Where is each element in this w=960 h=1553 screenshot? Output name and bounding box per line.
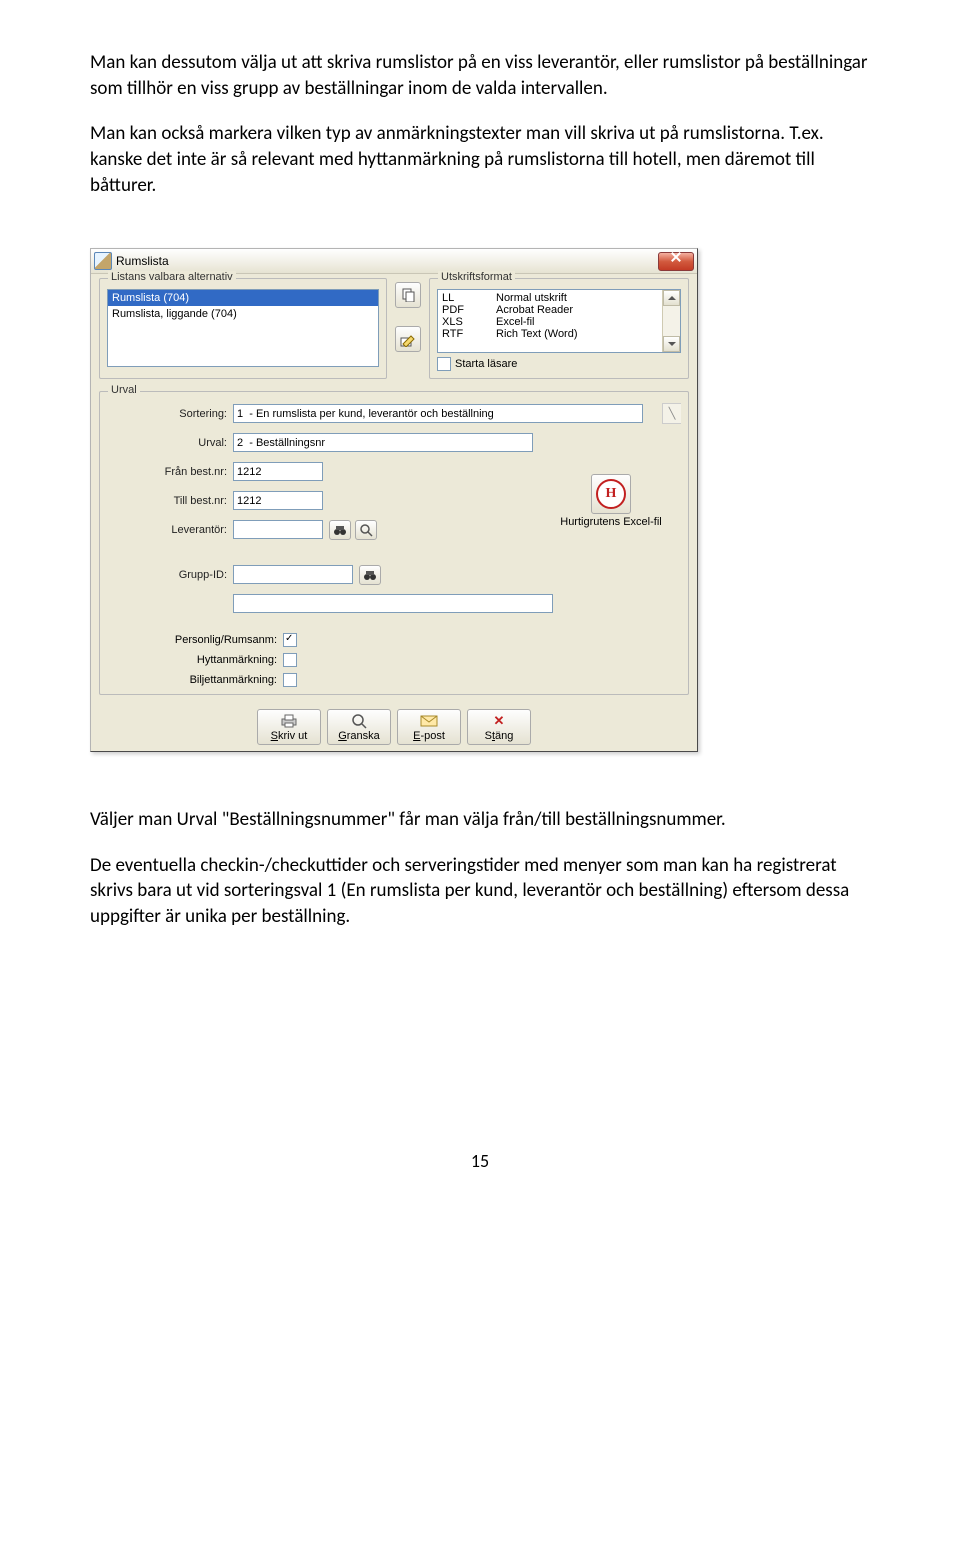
urval-input[interactable] [233,433,533,452]
list-alternatives[interactable]: Rumslista (704) Rumslista, liggande (704… [107,289,379,367]
document-paragraph: Man kan också markera vilken typ av anmä… [90,121,870,198]
list-alternatives-legend: Listans valbara alternativ [108,271,236,283]
scrollbar[interactable] [662,290,680,352]
grupp-id-label: Grupp-ID: [107,569,233,581]
format-row[interactable]: LL [442,292,488,304]
binoculars-icon[interactable] [329,520,351,540]
personlig-label: Personlig/Rumsanm: [107,634,283,646]
till-best-input[interactable] [233,491,323,510]
email-button[interactable]: E-post [397,709,461,745]
rumslista-dialog: Rumslista Listans valbara alternativ Rum… [90,248,698,752]
binoculars-icon[interactable] [359,565,381,585]
urval-group: Urval Sortering: ╲ Urval: Från best.nr: [99,391,689,695]
print-button[interactable]: SSkriv utkriv ut [257,709,321,745]
format-row[interactable]: Acrobat Reader [496,304,578,316]
till-best-label: Till best.nr: [107,495,233,507]
page-number: 15 [90,1150,870,1172]
magnifier-icon[interactable] [355,520,377,540]
leverantor-label: Leverantör: [107,524,233,536]
close-icon[interactable] [658,252,694,271]
scroll-down-icon[interactable] [663,336,680,352]
document-paragraph: Man kan dessutom välja ut att skriva rum… [90,50,870,101]
preview-button-label: Granska [338,730,380,742]
window-title: Rumslista [116,254,169,268]
close-button[interactable]: ✕ Stäng [467,709,531,745]
printer-icon [280,713,298,729]
scroll-up-icon[interactable] [663,290,680,306]
edit-icon[interactable] [395,326,421,352]
urval-label: Urval: [107,437,233,449]
copy-icon[interactable] [395,282,421,308]
document-paragraph: De eventuella checkin-/checkuttider och … [90,853,870,930]
print-button-label: SSkriv utkriv ut [271,730,308,742]
close-icon: ✕ [494,713,505,729]
format-row[interactable]: Normal utskrift [496,292,578,304]
print-format-legend: Utskriftsformat [438,271,515,283]
list-item[interactable]: Rumslista (704) [108,290,378,306]
format-row[interactable]: RTF [442,328,488,340]
format-row[interactable]: PDF [442,304,488,316]
urval-legend: Urval [108,384,140,396]
print-format-list[interactable]: LL PDF XLS RTF Normal utskrift Acrobat R… [437,289,681,353]
start-reader-label: Starta läsare [455,358,517,370]
preview-button[interactable]: Granska [327,709,391,745]
app-icon [94,252,112,270]
format-row[interactable]: Excel-fil [496,316,578,328]
hytt-checkbox[interactable] [283,653,297,667]
format-row[interactable]: XLS [442,316,488,328]
magnifier-icon [351,713,367,729]
sortering-label: Sortering: [107,408,233,420]
close-button-label: Stäng [485,730,514,742]
grupp-name-input[interactable] [233,594,553,613]
personlig-checkbox[interactable] [283,633,297,647]
scroll-track[interactable] [663,306,680,336]
biljett-label: Biljettanmärkning: [107,674,283,686]
email-button-label: E-post [413,730,445,742]
list-alternatives-group: Listans valbara alternativ Rumslista (70… [99,278,387,379]
format-row[interactable]: Rich Text (Word) [496,328,578,340]
hytt-label: Hyttanmärkning: [107,654,283,666]
print-format-group: Utskriftsformat LL PDF XLS RTF [429,278,689,379]
biljett-checkbox[interactable] [283,673,297,687]
hurtigruten-logo-icon: H [591,474,631,514]
grupp-id-input[interactable] [233,565,353,584]
fran-best-input[interactable] [233,462,323,481]
leverantor-input[interactable] [233,520,323,539]
start-reader-checkbox[interactable] [437,357,451,371]
dropdown-handle-icon[interactable]: ╲ [662,403,681,424]
sortering-input[interactable] [233,404,643,423]
list-item[interactable]: Rumslista, liggande (704) [108,306,378,322]
fran-best-label: Från best.nr: [107,466,233,478]
envelope-icon [420,713,438,729]
document-paragraph: Väljer man Urval "Beställningsnummer" få… [90,807,870,833]
